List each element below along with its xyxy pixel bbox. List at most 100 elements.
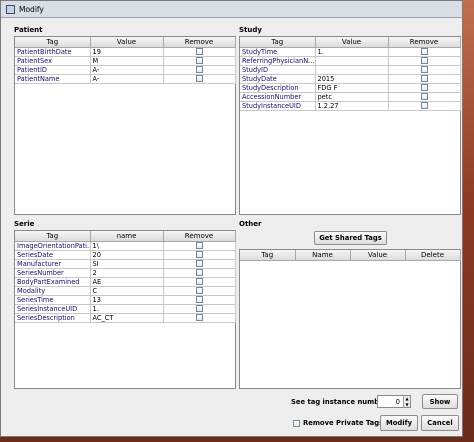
study-col-tag[interactable]: Tag [240,37,316,48]
remove-checkbox[interactable] [195,251,203,258]
table-row[interactable]: Manufacturer SI [15,259,236,269]
tag-cell: StudyInstanceUID [240,101,316,111]
study-table: Tag Value Remove StudyTime 1. ReferringP… [239,36,461,215]
table-row[interactable]: PatientID A- [15,65,236,75]
value-cell[interactable]: 1. [315,47,389,57]
patient-col-remove[interactable]: Remove [163,37,236,48]
table-row[interactable]: StudyInstanceUID 1.2.27 [240,101,461,111]
modify-button[interactable]: Modify [380,415,418,431]
remove-checkbox[interactable] [420,57,428,64]
table-row[interactable]: StudyTime 1. [240,47,461,57]
remove-checkbox[interactable] [195,287,203,294]
value-cell[interactable]: AC_CT [90,313,164,323]
remove-checkbox[interactable] [195,269,203,276]
get-shared-tags-button[interactable]: Get Shared Tags [314,231,387,245]
value-cell[interactable]: AE [90,277,164,287]
serie-table: Tag name Remove ImageOrientationPati... … [14,230,236,389]
tag-cell: StudyDate [240,74,316,84]
remove-checkbox[interactable] [420,93,428,100]
remove-checkbox[interactable] [195,314,203,321]
serie-col-tag[interactable]: Tag [15,231,91,242]
table-row[interactable]: SeriesDate 20 [15,250,236,260]
remove-checkbox[interactable] [420,84,428,91]
patient-col-value[interactable]: Value [90,37,164,48]
value-cell[interactable]: FDG F [315,83,389,93]
other-col-name[interactable]: Name [295,250,351,261]
table-row[interactable]: PatientSex M [15,56,236,66]
tag-instance-label: See tag instance number [291,398,388,406]
value-cell[interactable]: 1.2.27 [315,101,389,111]
other-title: Other [239,220,262,228]
show-button[interactable]: Show [422,394,458,409]
other-col-delete[interactable]: Delete [405,250,461,261]
cancel-button[interactable]: Cancel [421,415,459,431]
table-row[interactable]: StudyID [240,65,461,75]
remove-private-tags-checkbox[interactable] [293,420,300,427]
remove-checkbox[interactable] [195,260,203,267]
value-cell[interactable]: petc [315,92,389,102]
value-cell[interactable]: 13 [90,295,164,305]
value-cell[interactable]: 1. [90,304,164,314]
serie-col-name[interactable]: name [90,231,164,242]
remove-checkbox[interactable] [195,57,203,64]
patient-panel: Patient Tag Value Remove PatientBirthDat… [14,25,236,215]
table-row[interactable]: PatientName A- [15,74,236,84]
value-cell[interactable]: 19 [90,47,164,57]
table-row[interactable]: SeriesNumber 2 [15,268,236,278]
value-cell[interactable]: A- [90,74,164,84]
remove-checkbox[interactable] [195,305,203,312]
tag-cell: BodyPartExamined [15,277,91,287]
value-cell[interactable]: SI [90,259,164,269]
study-panel: Study Tag Value Remove StudyTime 1. Refe… [239,25,461,215]
table-row[interactable]: StudyDescription FDG F [240,83,461,93]
tag-cell: PatientID [15,65,91,75]
study-col-value[interactable]: Value [315,37,389,48]
table-row[interactable]: PatientBirthDate 19 [15,47,236,57]
value-cell[interactable]: C [90,286,164,296]
table-row[interactable]: SeriesDescription AC_CT [15,313,236,323]
tag-cell: Modality [15,286,91,296]
serie-col-remove[interactable]: Remove [163,231,236,242]
table-row[interactable]: BodyPartExamined AE [15,277,236,287]
remove-private-tags-label[interactable]: Remove Private Tags [303,419,383,427]
tag-cell: StudyID [240,65,316,75]
patient-col-tag[interactable]: Tag [15,37,91,48]
remove-checkbox[interactable] [420,66,428,73]
value-cell[interactable] [315,56,389,66]
remove-checkbox[interactable] [420,102,428,109]
table-row[interactable]: ReferringPhysicianN... [240,56,461,66]
value-cell[interactable]: 2015 [315,74,389,84]
serie-panel: Serie Tag name Remove ImageOrientationPa… [14,219,236,389]
patient-title: Patient [14,26,43,34]
remove-checkbox[interactable] [195,278,203,285]
value-cell[interactable] [315,65,389,75]
remove-checkbox[interactable] [195,296,203,303]
other-col-value[interactable]: Value [350,250,406,261]
remove-checkbox[interactable] [420,75,428,82]
table-row[interactable]: SeriesTime 13 [15,295,236,305]
tag-cell: AccessionNumber [240,92,316,102]
other-col-tag[interactable]: Tag [240,250,296,261]
tag-instance-spinner[interactable]: 0 ▲ ▼ [377,395,411,408]
spinner-down-icon[interactable]: ▼ [404,401,410,407]
value-cell[interactable]: M [90,56,164,66]
tag-instance-value[interactable]: 0 [378,398,403,406]
tag-cell: StudyTime [240,47,316,57]
remove-checkbox[interactable] [195,48,203,55]
study-col-remove[interactable]: Remove [388,37,461,48]
value-cell[interactable]: 1\ [90,241,164,251]
table-row[interactable]: StudyDate 2015 [240,74,461,84]
table-row[interactable]: SeriesInstanceUID 1. [15,304,236,314]
value-cell[interactable]: A- [90,65,164,75]
table-row[interactable]: Modality C [15,286,236,296]
remove-checkbox[interactable] [420,48,428,55]
remove-checkbox[interactable] [195,242,203,249]
remove-checkbox[interactable] [195,75,203,82]
remove-checkbox[interactable] [195,66,203,73]
table-row[interactable]: AccessionNumber petc [240,92,461,102]
tag-cell: ReferringPhysicianN... [240,56,316,66]
table-row[interactable]: ImageOrientationPati... 1\ [15,241,236,251]
value-cell[interactable]: 2 [90,268,164,278]
value-cell[interactable]: 20 [90,250,164,260]
tag-cell: StudyDescription [240,83,316,93]
